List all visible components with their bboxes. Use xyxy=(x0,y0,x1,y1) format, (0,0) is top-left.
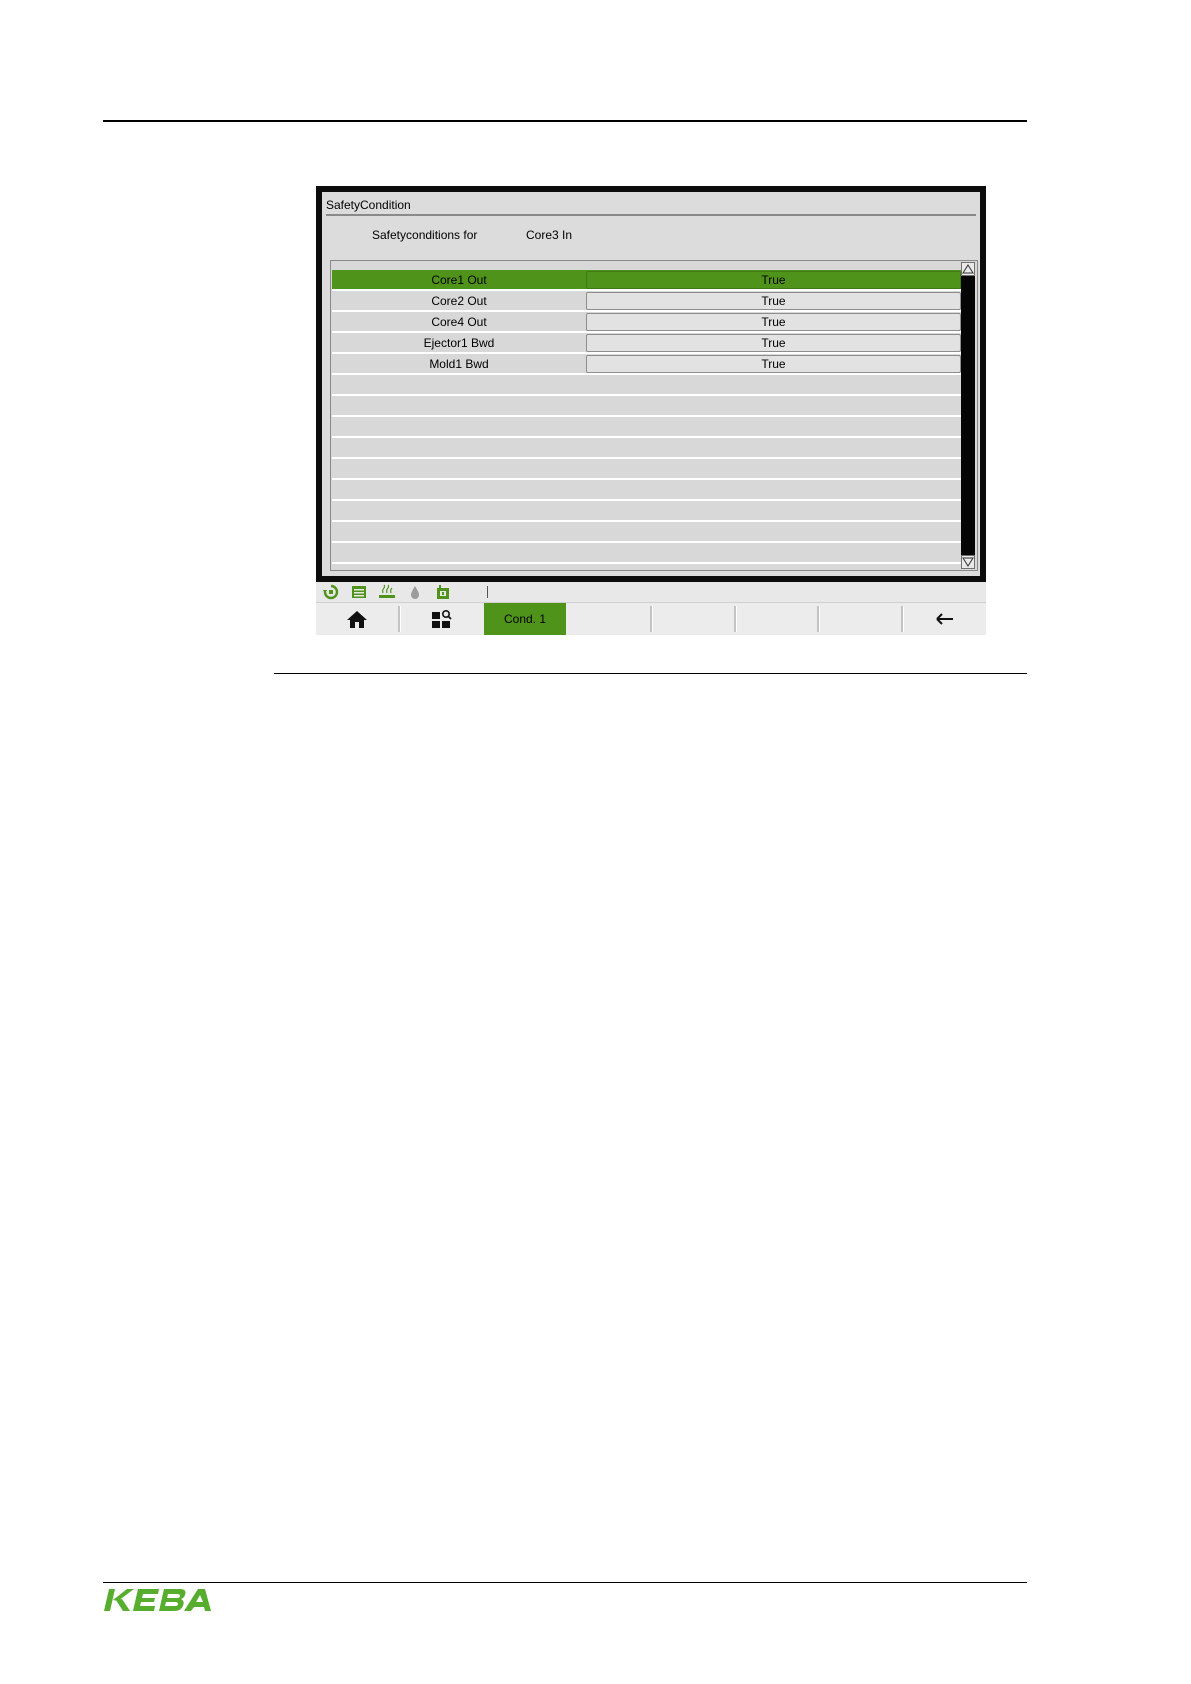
list-item[interactable]: Core4 Out True xyxy=(332,312,962,333)
scrollbar[interactable] xyxy=(961,262,975,569)
keba-logo xyxy=(104,1589,211,1611)
list-icon xyxy=(352,586,366,598)
scroll-up-button[interactable] xyxy=(961,262,975,276)
drop-icon xyxy=(411,586,419,599)
back-arrow-icon xyxy=(936,613,953,625)
overview-icon xyxy=(432,609,452,628)
condition-value[interactable]: True xyxy=(586,312,961,331)
robot-icon xyxy=(437,585,449,599)
condition-value[interactable]: True xyxy=(586,270,961,289)
softkey-divider xyxy=(650,606,653,632)
condition-value[interactable]: True xyxy=(586,354,961,373)
condition-name: Mold1 Bwd xyxy=(429,356,489,371)
softkey-empty-1[interactable] xyxy=(654,603,736,635)
safety-condition-window: SafetyCondition Safetyconditions for Cor… xyxy=(322,192,980,576)
triangle-down-icon xyxy=(962,557,974,567)
title-divider xyxy=(326,214,976,216)
softkey-empty-2[interactable] xyxy=(737,603,819,635)
list-item[interactable]: Mold1 Bwd True xyxy=(332,354,962,375)
figure-rule xyxy=(274,673,1027,674)
softkey-empty-3[interactable] xyxy=(820,603,902,635)
window-title: SafetyCondition xyxy=(326,198,411,212)
empty-row[interactable] xyxy=(332,459,962,480)
empty-row[interactable] xyxy=(332,396,962,417)
empty-row[interactable] xyxy=(332,501,962,522)
empty-row[interactable] xyxy=(332,417,962,438)
header-label: Safetyconditions for xyxy=(372,228,478,242)
empty-row[interactable] xyxy=(332,543,962,564)
softkey-bar: Cond. 1 xyxy=(316,602,986,635)
empty-row[interactable] xyxy=(332,375,962,396)
condition-value[interactable]: True xyxy=(586,291,961,310)
window-frame: SafetyCondition Safetyconditions for Cor… xyxy=(316,186,986,582)
condition-name: Core2 Out xyxy=(431,293,487,308)
footer-rule xyxy=(103,1582,1027,1583)
empty-row[interactable] xyxy=(332,480,962,501)
status-bar xyxy=(316,582,986,602)
list-rows: Core1 Out True Core2 Out True Core4 Out … xyxy=(332,270,962,564)
scroll-down-button[interactable] xyxy=(961,555,975,569)
home-icon xyxy=(347,611,367,628)
home-button[interactable] xyxy=(316,603,398,635)
tab-cond-1[interactable]: Cond. 1 xyxy=(484,603,566,635)
condition-name: Core4 Out xyxy=(431,314,487,329)
hmi-screenshot: SafetyCondition Safetyconditions for Cor… xyxy=(316,186,986,636)
condition-value[interactable]: True xyxy=(586,333,961,352)
header-rule xyxy=(103,120,1027,122)
conditions-list[interactable]: Core1 Out True Core2 Out True Core4 Out … xyxy=(330,260,978,571)
empty-row[interactable] xyxy=(332,438,962,459)
status-separator xyxy=(487,586,488,598)
overview-button[interactable] xyxy=(401,603,483,635)
empty-row[interactable] xyxy=(332,522,962,543)
list-item[interactable]: Ejector1 Bwd True xyxy=(332,333,962,354)
header-value: Core3 In xyxy=(526,228,573,242)
list-item[interactable]: Core2 Out True xyxy=(332,291,962,312)
heater-icon xyxy=(379,584,395,598)
triangle-up-icon xyxy=(962,264,974,274)
cycle-icon xyxy=(323,584,339,600)
list-item[interactable]: Core1 Out True xyxy=(332,270,962,291)
condition-name: Core1 Out xyxy=(431,272,487,287)
condition-name: Ejector1 Bwd xyxy=(423,335,495,350)
back-button[interactable] xyxy=(904,603,986,635)
